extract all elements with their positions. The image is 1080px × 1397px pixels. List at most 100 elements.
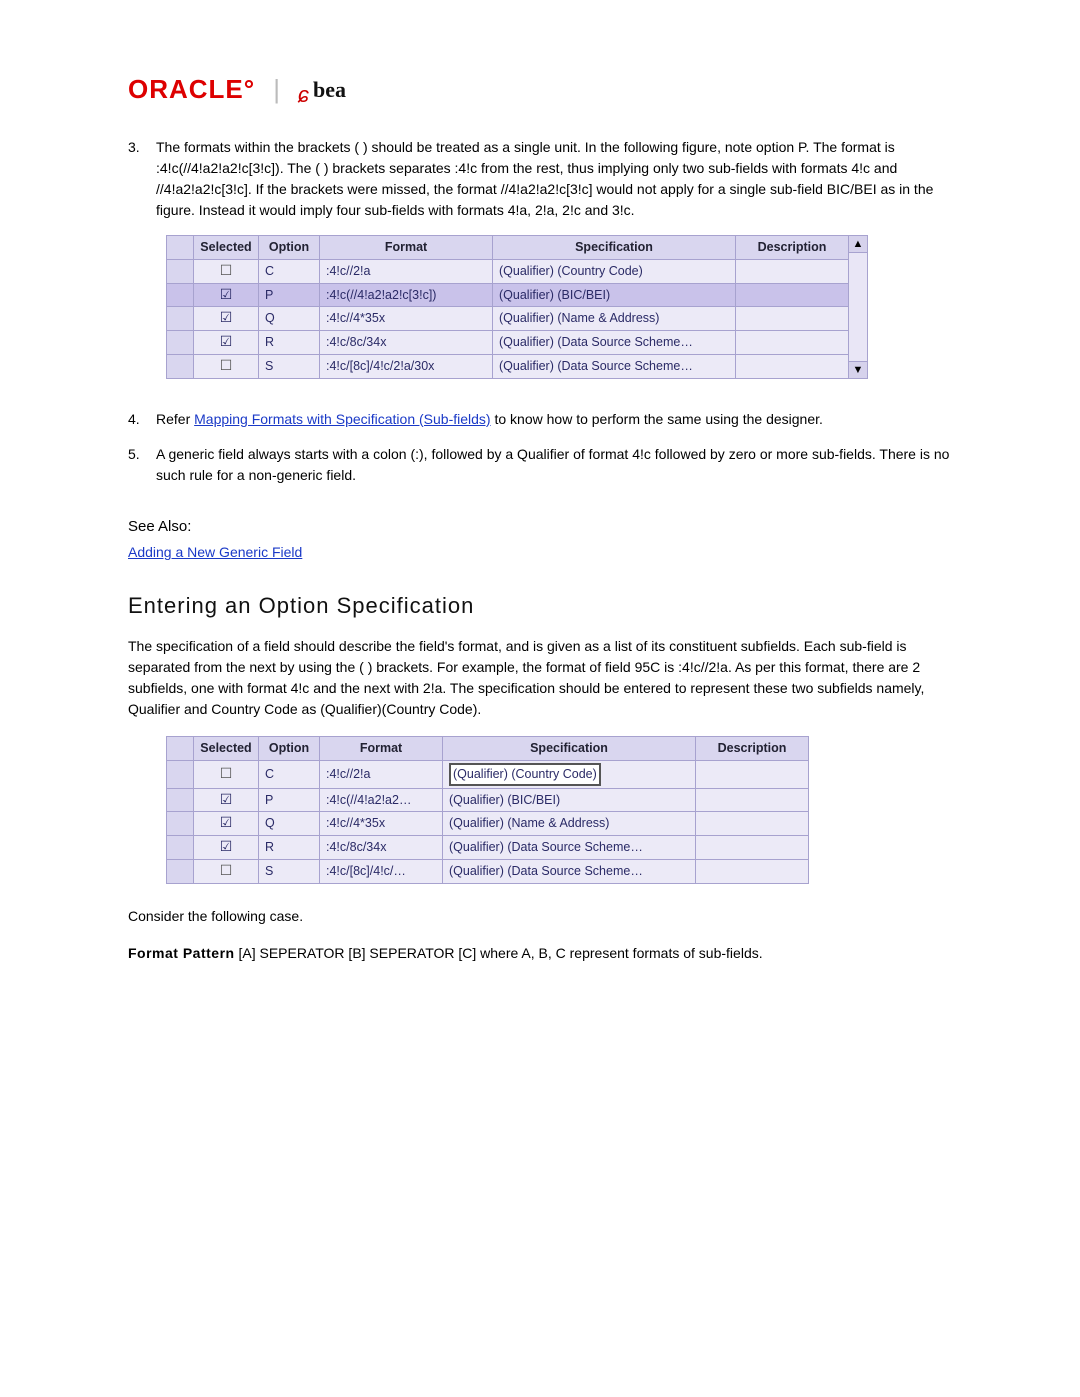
specification-cell[interactable]: (Qualifier) (Data Source Scheme… (493, 331, 736, 355)
table-row[interactable]: P:4!c(//4!a2!a2…(Qualifier) (BIC/BEI) (167, 788, 809, 812)
row-header-cell (167, 859, 194, 883)
logo-divider: | (273, 70, 280, 109)
mapping-formats-link[interactable]: Mapping Formats with Specification (Sub-… (194, 411, 490, 427)
option-cell[interactable]: S (259, 354, 320, 378)
list-text: Refer Mapping Formats with Specification… (156, 409, 952, 430)
swoosh-icon: ɕ (298, 84, 309, 106)
row-header-cell (167, 259, 194, 283)
description-cell[interactable] (696, 812, 809, 836)
description-cell[interactable] (736, 354, 849, 378)
adding-generic-field-link[interactable]: Adding a New Generic Field (128, 544, 302, 560)
selected-checkbox[interactable] (194, 760, 259, 788)
list-number: 3. (128, 137, 148, 158)
bea-logo: ɕbea (298, 73, 346, 106)
specification-cell[interactable]: (Qualifier) (BIC/BEI) (493, 283, 736, 307)
col-rowheader (167, 737, 194, 761)
table-row[interactable]: R:4!c/8c/34x(Qualifier) (Data Source Sch… (167, 331, 849, 355)
option-cell[interactable]: R (259, 836, 320, 860)
description-cell[interactable] (736, 259, 849, 283)
selected-checkbox[interactable] (194, 836, 259, 860)
selected-checkbox[interactable] (194, 859, 259, 883)
description-cell[interactable] (696, 836, 809, 860)
specification-cell[interactable]: (Qualifier) (Data Source Scheme… (443, 859, 696, 883)
logo-row: ORACLE° | ɕbea (128, 70, 952, 109)
col-rowheader (167, 236, 194, 260)
specification-cell[interactable]: (Qualifier) (Data Source Scheme… (443, 836, 696, 860)
table-row[interactable]: S:4!c/[8c]/4!c/2!a/30x(Qualifier) (Data … (167, 354, 849, 378)
specification-edit-field[interactable]: (Qualifier) (Country Code) (449, 763, 601, 786)
format-table-1-wrapper: Selected Option Format Specification Des… (166, 235, 952, 379)
selected-checkbox[interactable] (194, 812, 259, 836)
table-row[interactable]: C:4!c//2!a (Qualifier) (Country Code) (167, 760, 809, 788)
row-header-cell (167, 283, 194, 307)
table-row[interactable]: Q:4!c//4*35x(Qualifier) (Name & Address) (167, 307, 849, 331)
specification-cell[interactable]: (Qualifier) (Country Code) (493, 259, 736, 283)
row-header-cell (167, 331, 194, 355)
description-cell[interactable] (696, 760, 809, 788)
col-description: Description (736, 236, 849, 260)
format-pattern-line: Format Pattern [A] SEPERATOR [B] SEPERAT… (128, 943, 952, 964)
scroll-up-icon[interactable]: ▲ (849, 236, 867, 253)
option-cell[interactable]: Q (259, 307, 320, 331)
selected-checkbox[interactable] (194, 307, 259, 331)
list-item-4: 4. Refer Mapping Formats with Specificat… (128, 409, 952, 430)
option-cell[interactable]: S (259, 859, 320, 883)
specification-cell[interactable]: (Qualifier) (Data Source Scheme… (493, 354, 736, 378)
format-cell[interactable]: :4!c//4*35x (320, 812, 443, 836)
col-option: Option (259, 737, 320, 761)
section-heading: Entering an Option Specification (128, 589, 952, 622)
specification-cell[interactable]: (Qualifier) (Country Code) (443, 760, 696, 788)
list-text: A generic field always starts with a col… (156, 444, 952, 486)
format-table-2[interactable]: Selected Option Format Specification Des… (166, 736, 809, 884)
selected-checkbox[interactable] (194, 331, 259, 355)
selected-checkbox[interactable] (194, 259, 259, 283)
document-page: ORACLE° | ɕbea 3. The formats within the… (0, 0, 1080, 1397)
format-table-2-wrapper: Selected Option Format Specification Des… (166, 736, 952, 884)
option-cell[interactable]: C (259, 259, 320, 283)
row-header-cell (167, 760, 194, 788)
table-row[interactable]: S:4!c/[8c]/4!c/…(Qualifier) (Data Source… (167, 859, 809, 883)
see-also-label: See Also: (128, 516, 952, 539)
col-selected: Selected (194, 737, 259, 761)
format-cell[interactable]: :4!c/[8c]/4!c/… (320, 859, 443, 883)
option-cell[interactable]: C (259, 760, 320, 788)
specification-cell[interactable]: (Qualifier) (Name & Address) (493, 307, 736, 331)
option-cell[interactable]: P (259, 788, 320, 812)
section-paragraph: The specification of a field should desc… (128, 636, 952, 720)
format-table-1[interactable]: Selected Option Format Specification Des… (166, 235, 849, 379)
col-format: Format (320, 236, 493, 260)
list-item-5: 5. A generic field always starts with a … (128, 444, 952, 486)
option-cell[interactable]: Q (259, 812, 320, 836)
description-cell[interactable] (696, 788, 809, 812)
option-cell[interactable]: P (259, 283, 320, 307)
table-row[interactable]: R:4!c/8c/34x(Qualifier) (Data Source Sch… (167, 836, 809, 860)
specification-cell[interactable]: (Qualifier) (Name & Address) (443, 812, 696, 836)
oracle-logo: ORACLE° (128, 70, 255, 109)
description-cell[interactable] (736, 283, 849, 307)
format-cell[interactable]: :4!c//4*35x (320, 307, 493, 331)
table-row[interactable]: P:4!c(//4!a2!a2!c[3!c])(Qualifier) (BIC/… (167, 283, 849, 307)
selected-checkbox[interactable] (194, 354, 259, 378)
format-cell[interactable]: :4!c(//4!a2!a2… (320, 788, 443, 812)
description-cell[interactable] (736, 331, 849, 355)
format-cell[interactable]: :4!c/8c/34x (320, 836, 443, 860)
option-cell[interactable]: R (259, 331, 320, 355)
selected-checkbox[interactable] (194, 788, 259, 812)
table-1-scrollbar[interactable]: ▲ ▼ (849, 235, 868, 379)
table-row[interactable]: Q:4!c//4*35x(Qualifier) (Name & Address) (167, 812, 809, 836)
description-cell[interactable] (736, 307, 849, 331)
format-cell[interactable]: :4!c/8c/34x (320, 331, 493, 355)
row-header-cell (167, 836, 194, 860)
selected-checkbox[interactable] (194, 283, 259, 307)
format-cell[interactable]: :4!c//2!a (320, 259, 493, 283)
row-header-cell (167, 307, 194, 331)
format-cell[interactable]: :4!c/[8c]/4!c/2!a/30x (320, 354, 493, 378)
list-number: 4. (128, 409, 148, 430)
specification-cell[interactable]: (Qualifier) (BIC/BEI) (443, 788, 696, 812)
scroll-down-icon[interactable]: ▼ (849, 361, 867, 378)
format-cell[interactable]: :4!c//2!a (320, 760, 443, 788)
description-cell[interactable] (696, 859, 809, 883)
table-row[interactable]: C:4!c//2!a(Qualifier) (Country Code) (167, 259, 849, 283)
col-specification: Specification (493, 236, 736, 260)
format-cell[interactable]: :4!c(//4!a2!a2!c[3!c]) (320, 283, 493, 307)
